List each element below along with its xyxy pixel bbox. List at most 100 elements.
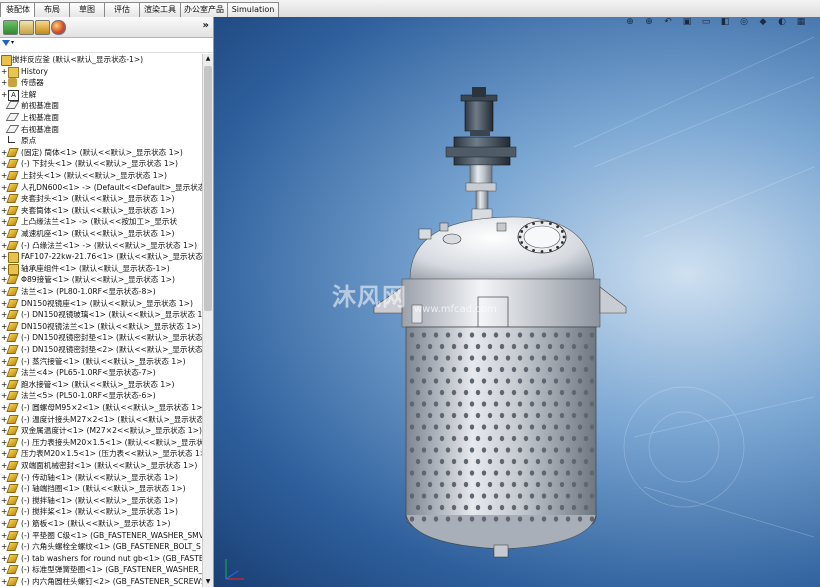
tab-sketch[interactable]: 草图 [69, 2, 105, 17]
tree-item-label: (-) DN150视镜玻璃<1> (默认<<默认>_显示状态 1 [21, 310, 202, 320]
part-icon [6, 484, 19, 494]
tree-item-label: (-) 温度计接头M27×2<1> (默认<<默认>_显示状态 [21, 414, 202, 424]
watermark-brand: 沐风网 [332, 283, 407, 311]
tree-item-label: (-) 蒸汽接管<1> (默认<<默认>_显示状态 1>) [21, 356, 186, 366]
part-icon [6, 182, 19, 192]
configuration-manager-tab-icon[interactable] [35, 20, 50, 35]
feature-manager-panel: » ▾ 搅拌反应釜 (默认<默认_显示状态-1>) + History + 传感器 + A… [0, 17, 214, 587]
tree-filter-row: ▾ [0, 38, 213, 53]
background-sketch-lines [573, 36, 815, 538]
tree-item-label: 原点 [21, 136, 37, 146]
annotation-icon: A [8, 89, 19, 101]
part-icon [6, 426, 19, 436]
support-lug-right [599, 286, 627, 314]
filter-icon[interactable] [2, 40, 10, 46]
tree-item-label: 轴承座组件<1> (默认<默认_显示状态-1>) [21, 263, 170, 273]
part-icon [6, 229, 19, 238]
model-canvas[interactable] [214, 17, 820, 587]
part-icon [6, 519, 19, 528]
tree-item-label: 法兰<5> (PL50-1.0RF<显示状态-6>) [21, 391, 156, 401]
tree-item-label: (-) 圆螺母M95×2<1> (默认<<默认>_显示状态 1>) [21, 403, 202, 412]
origin-icon [8, 136, 15, 144]
feature-manager-tab-icon[interactable] [3, 20, 18, 35]
plane-icon [5, 113, 20, 121]
axis-triad-icon [225, 559, 244, 580]
part-icon [6, 437, 19, 447]
tab-simulation[interactable]: Simulation [227, 2, 279, 17]
part-icon [6, 240, 19, 250]
tab-assembly[interactable]: 装配体 [0, 2, 36, 17]
tree-item-label: 夹套筒体<1> (默认<<默认>_显示状态 1>) [21, 205, 175, 215]
sensor-icon [8, 78, 17, 88]
display-manager-tab-icon[interactable] [51, 20, 66, 35]
tree-item-label: 搅拌反应釜 (默认<默认_显示状态-1>) [12, 55, 144, 64]
part-icon [6, 368, 19, 378]
tree-item-label: 右视基准面 [21, 124, 59, 134]
part-icon [6, 379, 19, 389]
expand-toggle-icon[interactable]: + [1, 89, 7, 100]
expand-toggle-icon[interactable]: + [1, 251, 7, 262]
part-icon [6, 194, 19, 204]
subassembly-icon [8, 252, 19, 264]
chevron-down-icon[interactable]: ▾ [11, 39, 14, 46]
tree-item-label: 上视基准面 [21, 113, 59, 122]
part-icon [6, 345, 19, 354]
tab-render-tools[interactable]: 渲染工具 [139, 2, 181, 17]
tree-item-label: History [21, 66, 49, 76]
tab-layout[interactable]: 布局 [34, 2, 70, 17]
tree-item-label: (-) 下封头<1> (默认<<默认>_显示状态 1>) [21, 159, 178, 169]
tree-item-label: Φ89接管<1> (默认<<默认>_显示状态 1>) [21, 275, 175, 285]
tree-item-label: 跑水接管<1> (默认<<默认>_显示状态 1>) [21, 379, 175, 389]
part-icon [6, 414, 19, 424]
expand-toggle-icon[interactable]: + [1, 77, 7, 88]
part-icon [6, 542, 19, 552]
tree-item-label: 减速机座<1> (默认<<默认>_显示状态 1>) [21, 229, 175, 238]
tree-item-label: (-) DN150视镜密封垫<2> (默认<<默认>_显示状态 [21, 345, 202, 354]
part-icon [6, 391, 19, 401]
motor-assembly [445, 87, 517, 224]
tree-item-label: 前视基准面 [21, 101, 59, 111]
tab-evaluate[interactable]: 评估 [104, 2, 140, 17]
expand-toggle-icon[interactable]: + [1, 263, 7, 274]
folder-icon [8, 66, 19, 78]
expand-toggle-icon[interactable]: + [1, 66, 7, 77]
tree-item-label: (-) 搅拌轴<1> (默认<<默认>_显示状态 1>) [21, 495, 178, 505]
tree-item-label: (-) 压力表接头M20×1.5<1> (默认<<默认>_显示状 [21, 437, 202, 447]
graphics-viewport[interactable]: ⊕ ⊕ ↶ ▣ ▭ ◧ ◎ ◆ ◐ ▦ 沐风网 www.mfcad.com [214, 17, 820, 587]
part-icon [6, 217, 19, 227]
part-icon [6, 565, 19, 575]
tree-item-label: (-) 搅拌桨<1> (默认<<默认>_显示状态 1>) [21, 507, 178, 517]
scroll-down-icon[interactable]: ▼ [204, 578, 212, 586]
expand-panel-icon[interactable]: » [203, 20, 209, 31]
tree-item-label: DN150视镜法兰<1> (默认<<默认>_显示状态 1>) [21, 321, 201, 331]
part-icon [6, 287, 19, 296]
subassembly-icon [8, 263, 19, 275]
part-icon [6, 159, 19, 169]
part-icon [6, 495, 19, 505]
part-icon [6, 333, 19, 343]
watermark-url: www.mfcad.com [414, 304, 497, 315]
property-manager-tab-icon[interactable] [19, 20, 34, 35]
part-icon [6, 356, 19, 366]
upper-shell [401, 278, 601, 328]
tree-item-label: 传感器 [21, 78, 44, 88]
plane-icon [5, 124, 20, 133]
tree-item-label: (-) 标准型弹簧垫圈<1> (GB_FASTENER_WASHER_S [21, 565, 202, 575]
part-icon [6, 403, 19, 412]
tree-item-label: (-) 六角头螺栓全螺纹<1> (GB_FASTENER_BOLT_S [21, 542, 201, 552]
tree-item-label: (-) 凸缘法兰<1> -> (默认<<默认>_显示状态 1>) [21, 240, 198, 250]
tree-item-label: (固定) 筒体<1> (默认<<默认>_显示状态 1>) [21, 147, 183, 157]
command-manager-tabs: 装配体 布局 草图 评估 渲染工具 办公室产品 Simulation [0, 0, 820, 18]
tree-scrollbar[interactable]: ▲ ▼ [202, 54, 213, 587]
tree-item-label: 法兰<1> (PL80-1.0RF<显示状态-8>) [21, 287, 156, 296]
part-icon [6, 171, 19, 180]
scrollbar-thumb[interactable] [204, 66, 212, 311]
tab-office-products[interactable]: 办公室产品 [180, 2, 228, 17]
scroll-up-icon[interactable]: ▲ [204, 55, 212, 63]
part-icon [6, 310, 19, 320]
part-icon [6, 530, 19, 540]
part-icon [6, 507, 19, 517]
tree-item-label: (-) 平垫圈 C级<1> (GB_FASTENER_WASHER_SMV [21, 530, 202, 540]
part-icon [6, 449, 19, 459]
tree-item-label: (-) DN150视镜密封垫<1> (默认<<默认>_显示状态 [21, 333, 202, 343]
